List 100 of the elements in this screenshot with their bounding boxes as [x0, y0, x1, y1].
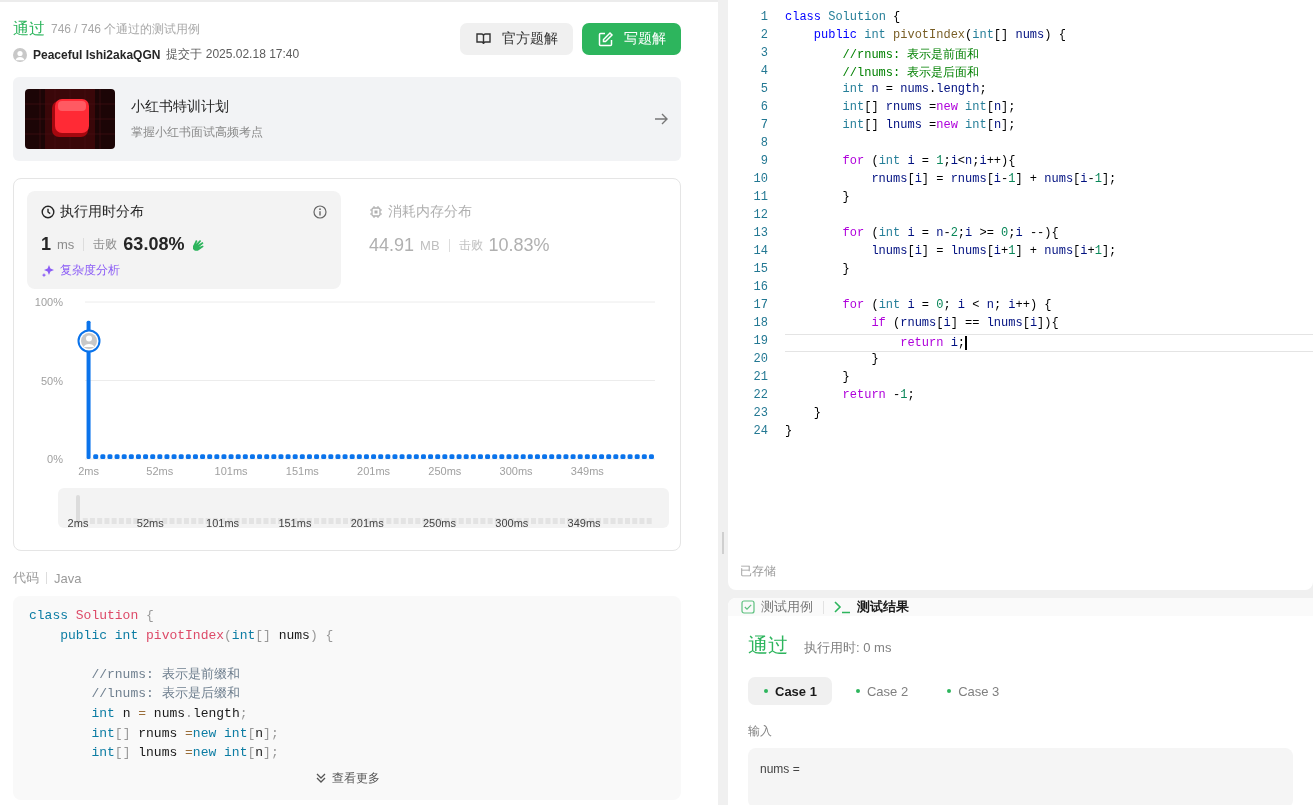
- code-line: lnums[i] = lnums[i+1] + nums[i+1];: [870, 244, 1118, 260]
- code-line: //lnums: 表示是后面和: [841, 65, 981, 82]
- code-line: }: [841, 262, 851, 278]
- code-line: int n = nums.length;: [841, 82, 988, 98]
- axis-label: 300ms: [495, 517, 529, 528]
- line-number: 18: [752, 316, 768, 332]
- code-line: int[] rnums =new int[n];: [90, 724, 280, 743]
- code-line: //rnums: 表示是前面和: [841, 47, 981, 64]
- chip-icon: [369, 205, 383, 219]
- line-number: 5: [759, 82, 768, 98]
- code-line: //lnums: 表示是后缀和: [90, 685, 241, 704]
- code-line: class Solution {: [29, 607, 155, 625]
- stat-value: 44.91: [369, 234, 415, 256]
- beats-percent: 63.08%: [123, 234, 185, 255]
- code-line: public int pivotIndex(int[] nums) {: [59, 626, 335, 645]
- code-line: int[] rnums =new int[n];: [841, 100, 1017, 116]
- axis-label: 101ms: [214, 465, 248, 477]
- unit-label: ms: [57, 237, 75, 252]
- tab[interactable]: 测试用例: [741, 598, 813, 616]
- promo-card[interactable]: 小红书特训计划 掌握小红书面试高频考点: [13, 77, 681, 161]
- axis-label: 0%: [47, 453, 63, 465]
- code-line: rnums[i] = rnums[i-1] + nums[i-1];: [870, 172, 1118, 188]
- line-number: 19: [752, 334, 768, 350]
- range-selector[interactable]: 2ms 52ms 101ms 151ms 201ms 250ms 300ms 349ms: [58, 488, 669, 528]
- code-line: }: [841, 370, 851, 386]
- axis-label: 52ms: [136, 517, 164, 528]
- case-tab[interactable]: Case 2: [839, 677, 924, 705]
- code-line: return i;: [785, 334, 1313, 352]
- line-number: 14: [752, 244, 768, 260]
- solution-button[interactable]: 官方题解: [460, 23, 573, 55]
- complexity-link[interactable]: 复杂度分析: [60, 262, 120, 279]
- code-line: }: [870, 352, 880, 368]
- axis-label: 151ms: [278, 517, 312, 528]
- axis-label: 201ms: [350, 517, 384, 528]
- code-line: return -1;: [841, 388, 916, 404]
- language-label: Java: [54, 570, 82, 586]
- status-label: 通过: [13, 19, 45, 39]
- code-line: //rnums: 表示是前缀和: [90, 665, 241, 684]
- code-line: }: [841, 190, 851, 206]
- clock-icon: [41, 205, 55, 219]
- code-line: for (int i = 0; i < n; i++) {: [841, 298, 1053, 314]
- axis-label: 250ms: [423, 517, 456, 528]
- line-number: 3: [759, 46, 768, 62]
- code-line: class Solution {: [785, 10, 902, 26]
- case-tab[interactable]: Case 3: [931, 677, 1015, 705]
- test-count: 746 / 746 个通过的测试用例: [51, 21, 201, 38]
- line-number: 11: [752, 190, 768, 206]
- panel-title: 消耗内存分布: [388, 203, 472, 221]
- axis-label: 2ms: [67, 517, 89, 528]
- panel-title: 执行用时分布: [60, 203, 144, 221]
- case-tab[interactable]: Case 1: [748, 677, 832, 705]
- section-label: 代码: [13, 569, 39, 587]
- line-number: 2: [759, 28, 768, 44]
- info-icon[interactable]: [313, 205, 327, 219]
- line-number: 4: [759, 64, 768, 80]
- axis-label: 201ms: [357, 465, 391, 477]
- axis-label: 151ms: [285, 465, 319, 477]
- line-number: 8: [759, 136, 768, 152]
- edit-icon: [597, 30, 614, 48]
- code-line: }: [812, 406, 822, 422]
- axis-label: 101ms: [206, 517, 240, 528]
- line-number: 16: [752, 280, 768, 296]
- code-line: public int pivotIndex(int[] nums) {: [812, 28, 1067, 44]
- promo-title: 小红书特训计划: [131, 97, 230, 116]
- promo-subtitle: 掌握小红书面试高频考点: [131, 123, 264, 141]
- line-number: 15: [752, 262, 768, 278]
- save-status: 已存储: [740, 563, 776, 580]
- line-number: 17: [752, 298, 768, 314]
- axis-label: 52ms: [146, 465, 174, 477]
- show-more-button[interactable]: 查看更多: [314, 769, 380, 787]
- runtime-label: 执行用时: 0 ms: [804, 639, 892, 657]
- code-line: for (int i = 1;i<n;i++){: [841, 154, 1017, 170]
- runtime-tab[interactable]: 执行用时分布 1 ms 击败 63.08% 复杂度分析: [27, 191, 341, 289]
- line-number: 20: [752, 352, 768, 368]
- axis-label: 100%: [34, 296, 63, 308]
- checkbox-icon: [741, 600, 755, 614]
- line-number: 21: [752, 370, 768, 386]
- stat-value: 1: [41, 234, 51, 255]
- username: Peaceful Ishi2akaQGN: [33, 47, 161, 62]
- line-number: 13: [752, 226, 768, 242]
- axis-label: 349ms: [567, 517, 601, 528]
- arrow-right-icon: [653, 111, 669, 127]
- line-number: 7: [759, 118, 768, 134]
- terminal-icon: [834, 600, 851, 614]
- result-status: 通过: [748, 633, 788, 658]
- chevron-down-icon: [314, 772, 327, 785]
- code-line: for (int i = n-2;i >= 0;i --){: [841, 226, 1060, 242]
- text-cursor: [965, 335, 968, 350]
- line-number: 9: [759, 154, 768, 170]
- axis-label: 250ms: [428, 465, 462, 477]
- code-line: if (rnums[i] == lnums[i]){: [870, 316, 1060, 332]
- tab[interactable]: 测试结果: [834, 598, 909, 616]
- sparkle-icon: [41, 263, 55, 278]
- input-label: 输入: [748, 723, 773, 740]
- axis-label: 300ms: [499, 465, 533, 477]
- beats-label: 击败: [93, 236, 118, 253]
- unit-label: MB: [420, 237, 440, 253]
- beats-label: 击败: [458, 236, 483, 254]
- line-number: 23: [752, 406, 768, 422]
- code-line: int[] lnums =new int[n];: [841, 118, 1017, 134]
